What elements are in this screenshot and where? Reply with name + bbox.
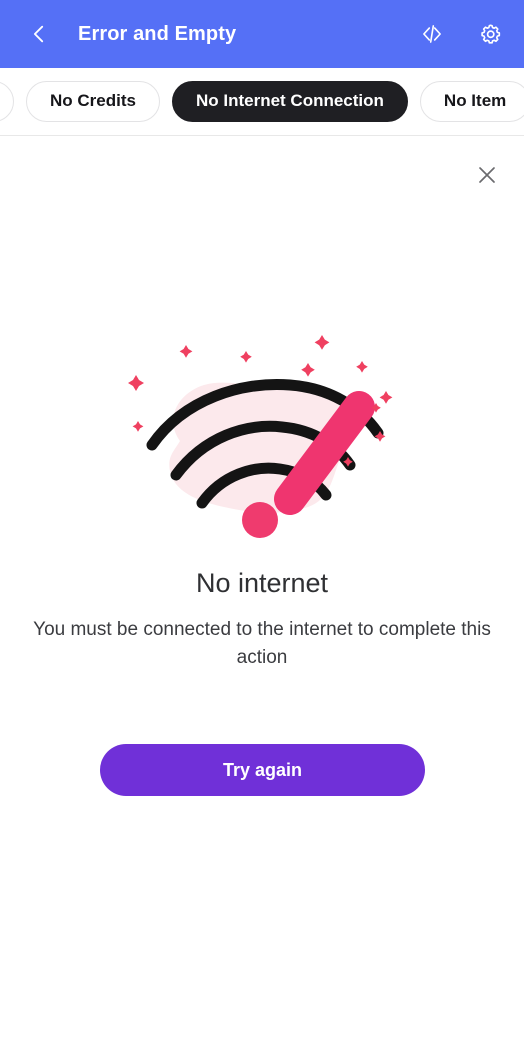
screen-root: Error and Empty No Credits No Internet C…	[0, 0, 524, 1038]
code-icon	[423, 25, 441, 43]
code-button[interactable]	[416, 18, 448, 50]
sparkle	[379, 391, 393, 404]
page-title: Error and Empty	[78, 22, 237, 45]
empty-state-description: You must be connected to the internet to…	[33, 619, 491, 668]
try-again-button[interactable]: Try again	[100, 744, 425, 796]
chip-no-internet-connection[interactable]: No Internet Connection	[171, 80, 408, 122]
wifi-dot	[242, 502, 278, 538]
chevron-left-icon	[33, 25, 44, 43]
app-header: Error and Empty	[0, 0, 524, 68]
sparkle	[179, 345, 193, 358]
sparkle	[301, 363, 315, 377]
variant-chip-scroller[interactable]: No Credits No Internet Connection No Ite…	[0, 68, 524, 134]
chip-no-credits[interactable]: No Credits	[26, 80, 160, 122]
sparkle	[128, 375, 144, 391]
chip-no-item[interactable]: No Item	[419, 80, 524, 122]
back-button[interactable]	[22, 17, 56, 51]
no-internet-illustration	[0, 318, 524, 548]
header-actions	[416, 18, 506, 50]
variant-chip-bar[interactable]: No Credits No Internet Connection No Ite…	[0, 68, 524, 136]
settings-button[interactable]	[474, 18, 506, 50]
close-icon	[479, 167, 495, 183]
empty-state-title: No internet	[195, 568, 329, 598]
sparkle	[132, 421, 144, 432]
wifi-off-graphic	[128, 335, 393, 538]
close-button[interactable]	[470, 158, 504, 192]
chip-clipped[interactable]	[0, 80, 14, 122]
empty-state-content: No internet You must be connected to the…	[0, 136, 524, 1038]
sparkle	[240, 351, 252, 363]
sparkle	[356, 361, 368, 373]
sparkle	[314, 335, 330, 350]
gear-icon	[480, 24, 500, 44]
